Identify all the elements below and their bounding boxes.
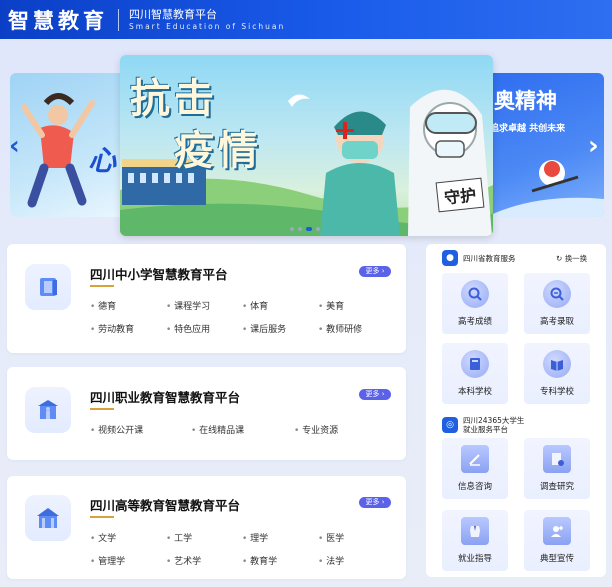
link-item[interactable]: 视频公开课: [90, 423, 143, 436]
link-item[interactable]: 专业资源: [294, 423, 338, 436]
edit-icon: [461, 445, 489, 473]
link-item[interactable]: 德育: [90, 299, 116, 312]
service-name-line1: 四川24365大学生: [463, 416, 525, 425]
service-name: 四川24365大学生 就业服务平台: [463, 416, 524, 434]
platform-name-cn: 四川智慧教育平台: [129, 8, 217, 22]
link-item[interactable]: 法学: [318, 554, 344, 567]
carousel-dot[interactable]: [290, 227, 294, 231]
switch-label: 换一换: [564, 254, 588, 263]
shirt-icon: [461, 517, 489, 545]
service-name: 四川省教育服务: [463, 253, 516, 263]
refresh-icon: ↻: [556, 254, 563, 263]
skier-illustration: [486, 160, 604, 217]
more-button[interactable]: 更多 ›: [359, 266, 391, 277]
carousel-pagination: [290, 227, 320, 231]
tile-label: 本科学校: [457, 387, 492, 397]
banner-title: 抗击 疫情: [130, 73, 262, 177]
link-item[interactable]: 工学: [166, 531, 192, 544]
book-icon: [461, 350, 489, 378]
services-panel: ● 四川省教育服务 ↻ 换一换 高考成绩 高考录取 本科学校 专科学校 ◎ 四川…: [426, 244, 606, 577]
link-item[interactable]: 医学: [318, 531, 344, 544]
title-underline: [90, 516, 114, 518]
link-item[interactable]: 劳动教育: [90, 322, 134, 335]
carousel-next-button[interactable]: ›: [588, 131, 599, 161]
link-item[interactable]: 教育学: [242, 554, 277, 567]
carousel-slide-next[interactable]: 奥精神 追求卓越 共创未来: [486, 73, 604, 217]
tile-label: 调查研究: [539, 482, 574, 492]
link-item[interactable]: 艺术学: [166, 554, 201, 567]
carousel-dot[interactable]: [316, 227, 320, 231]
title-underline: [90, 285, 114, 287]
tile-undergrad-schools[interactable]: 本科学校: [442, 343, 508, 404]
tile-label: 专科学校: [539, 387, 574, 397]
switch-button[interactable]: ↻ 换一换: [556, 253, 587, 264]
link-item[interactable]: 文学: [90, 531, 116, 544]
link-item[interactable]: 理学: [242, 531, 268, 544]
search-icon: [461, 280, 489, 308]
tile-info-consult[interactable]: 信息咨询: [442, 438, 508, 499]
carousel-slide-active[interactable]: 抗击 疫情 守护: [120, 55, 493, 236]
platform-card-vocational: 四川职业教育智慧教育平台 更多 › 视频公开课 在线精品课 专业资源: [7, 367, 406, 460]
link-item[interactable]: 在线精品课: [191, 423, 244, 436]
banner-carousel: 心 奥精神 追求卓越 共创未来 抗击 疫情 守护 ‹ ›: [0, 39, 612, 244]
add-user-icon: [543, 517, 571, 545]
card-title[interactable]: 四川职业教育智慧教育平台: [90, 387, 240, 406]
tile-label: 高考成绩: [457, 317, 492, 327]
platform-card-k12: 四川中小学智慧教育平台 更多 › 德育 课程学习 体育 美育 劳动教育 特色应用…: [7, 244, 406, 353]
service-header-edu: ● 四川省教育服务: [442, 250, 516, 266]
link-item[interactable]: 课后服务: [242, 322, 286, 335]
tile-career-guidance[interactable]: 就业指导: [442, 510, 508, 571]
tile-label: 高考录取: [539, 317, 574, 327]
tile-label: 典型宣传: [539, 554, 574, 564]
platform-title: 四川智慧教育平台 Smart Education of Sichuan: [129, 8, 285, 30]
banner-title-line2: 疫情: [174, 127, 262, 174]
carousel-dot-active[interactable]: [306, 227, 312, 231]
magnifier-icon: [543, 280, 571, 308]
slide-prev-text: 心: [88, 144, 117, 177]
tile-survey-research[interactable]: 调查研究: [524, 438, 590, 499]
panda-logo-icon: ●: [442, 250, 458, 266]
book-icon: [25, 264, 71, 310]
card-title[interactable]: 四川高等教育智慧教育平台: [90, 495, 240, 514]
service-name-line2: 就业服务平台: [463, 425, 508, 434]
service-header-employment: ◎ 四川24365大学生 就业服务平台: [442, 416, 524, 434]
top-header: 智慧教育 四川智慧教育平台 Smart Education of Sichuan: [0, 0, 612, 39]
building-icon: [25, 495, 71, 541]
platform-name-en: Smart Education of Sichuan: [129, 21, 286, 31]
platform-card-higher-ed: 四川高等教育智慧教育平台 更多 › 文学 工学 理学 医学 管理学 艺术学 教育…: [7, 476, 406, 579]
school-icon: [25, 387, 71, 433]
site-logo[interactable]: 智慧教育: [8, 5, 108, 35]
link-item[interactable]: 特色应用: [166, 322, 210, 335]
card-title[interactable]: 四川中小学智慧教育平台: [90, 264, 228, 283]
more-button[interactable]: 更多 ›: [359, 389, 391, 400]
employment-logo-icon: ◎: [442, 417, 458, 433]
tile-label: 信息咨询: [457, 482, 492, 492]
link-item[interactable]: 美育: [318, 299, 344, 312]
document-icon: [543, 445, 571, 473]
link-item[interactable]: 课程学习: [166, 299, 210, 312]
tile-label: 就业指导: [457, 554, 492, 564]
link-item[interactable]: 体育: [242, 299, 268, 312]
carousel-dot[interactable]: [298, 227, 302, 231]
carousel-slide-prev[interactable]: 心: [10, 73, 128, 217]
tile-gaokao-admission[interactable]: 高考录取: [524, 273, 590, 334]
tile-typical-promotion[interactable]: 典型宣传: [524, 510, 590, 571]
banner-badge: 守护: [435, 177, 485, 213]
banner-title-line1: 抗击: [130, 75, 218, 122]
carousel-prev-button[interactable]: ‹: [9, 131, 20, 161]
more-button[interactable]: 更多 ›: [359, 497, 391, 508]
open-book-icon: [543, 350, 571, 378]
title-underline: [90, 408, 114, 410]
link-item[interactable]: 教师研修: [318, 322, 362, 335]
link-item[interactable]: 管理学: [90, 554, 125, 567]
tile-gaokao-score[interactable]: 高考成绩: [442, 273, 508, 334]
tile-college-schools[interactable]: 专科学校: [524, 343, 590, 404]
header-divider: [118, 8, 119, 31]
